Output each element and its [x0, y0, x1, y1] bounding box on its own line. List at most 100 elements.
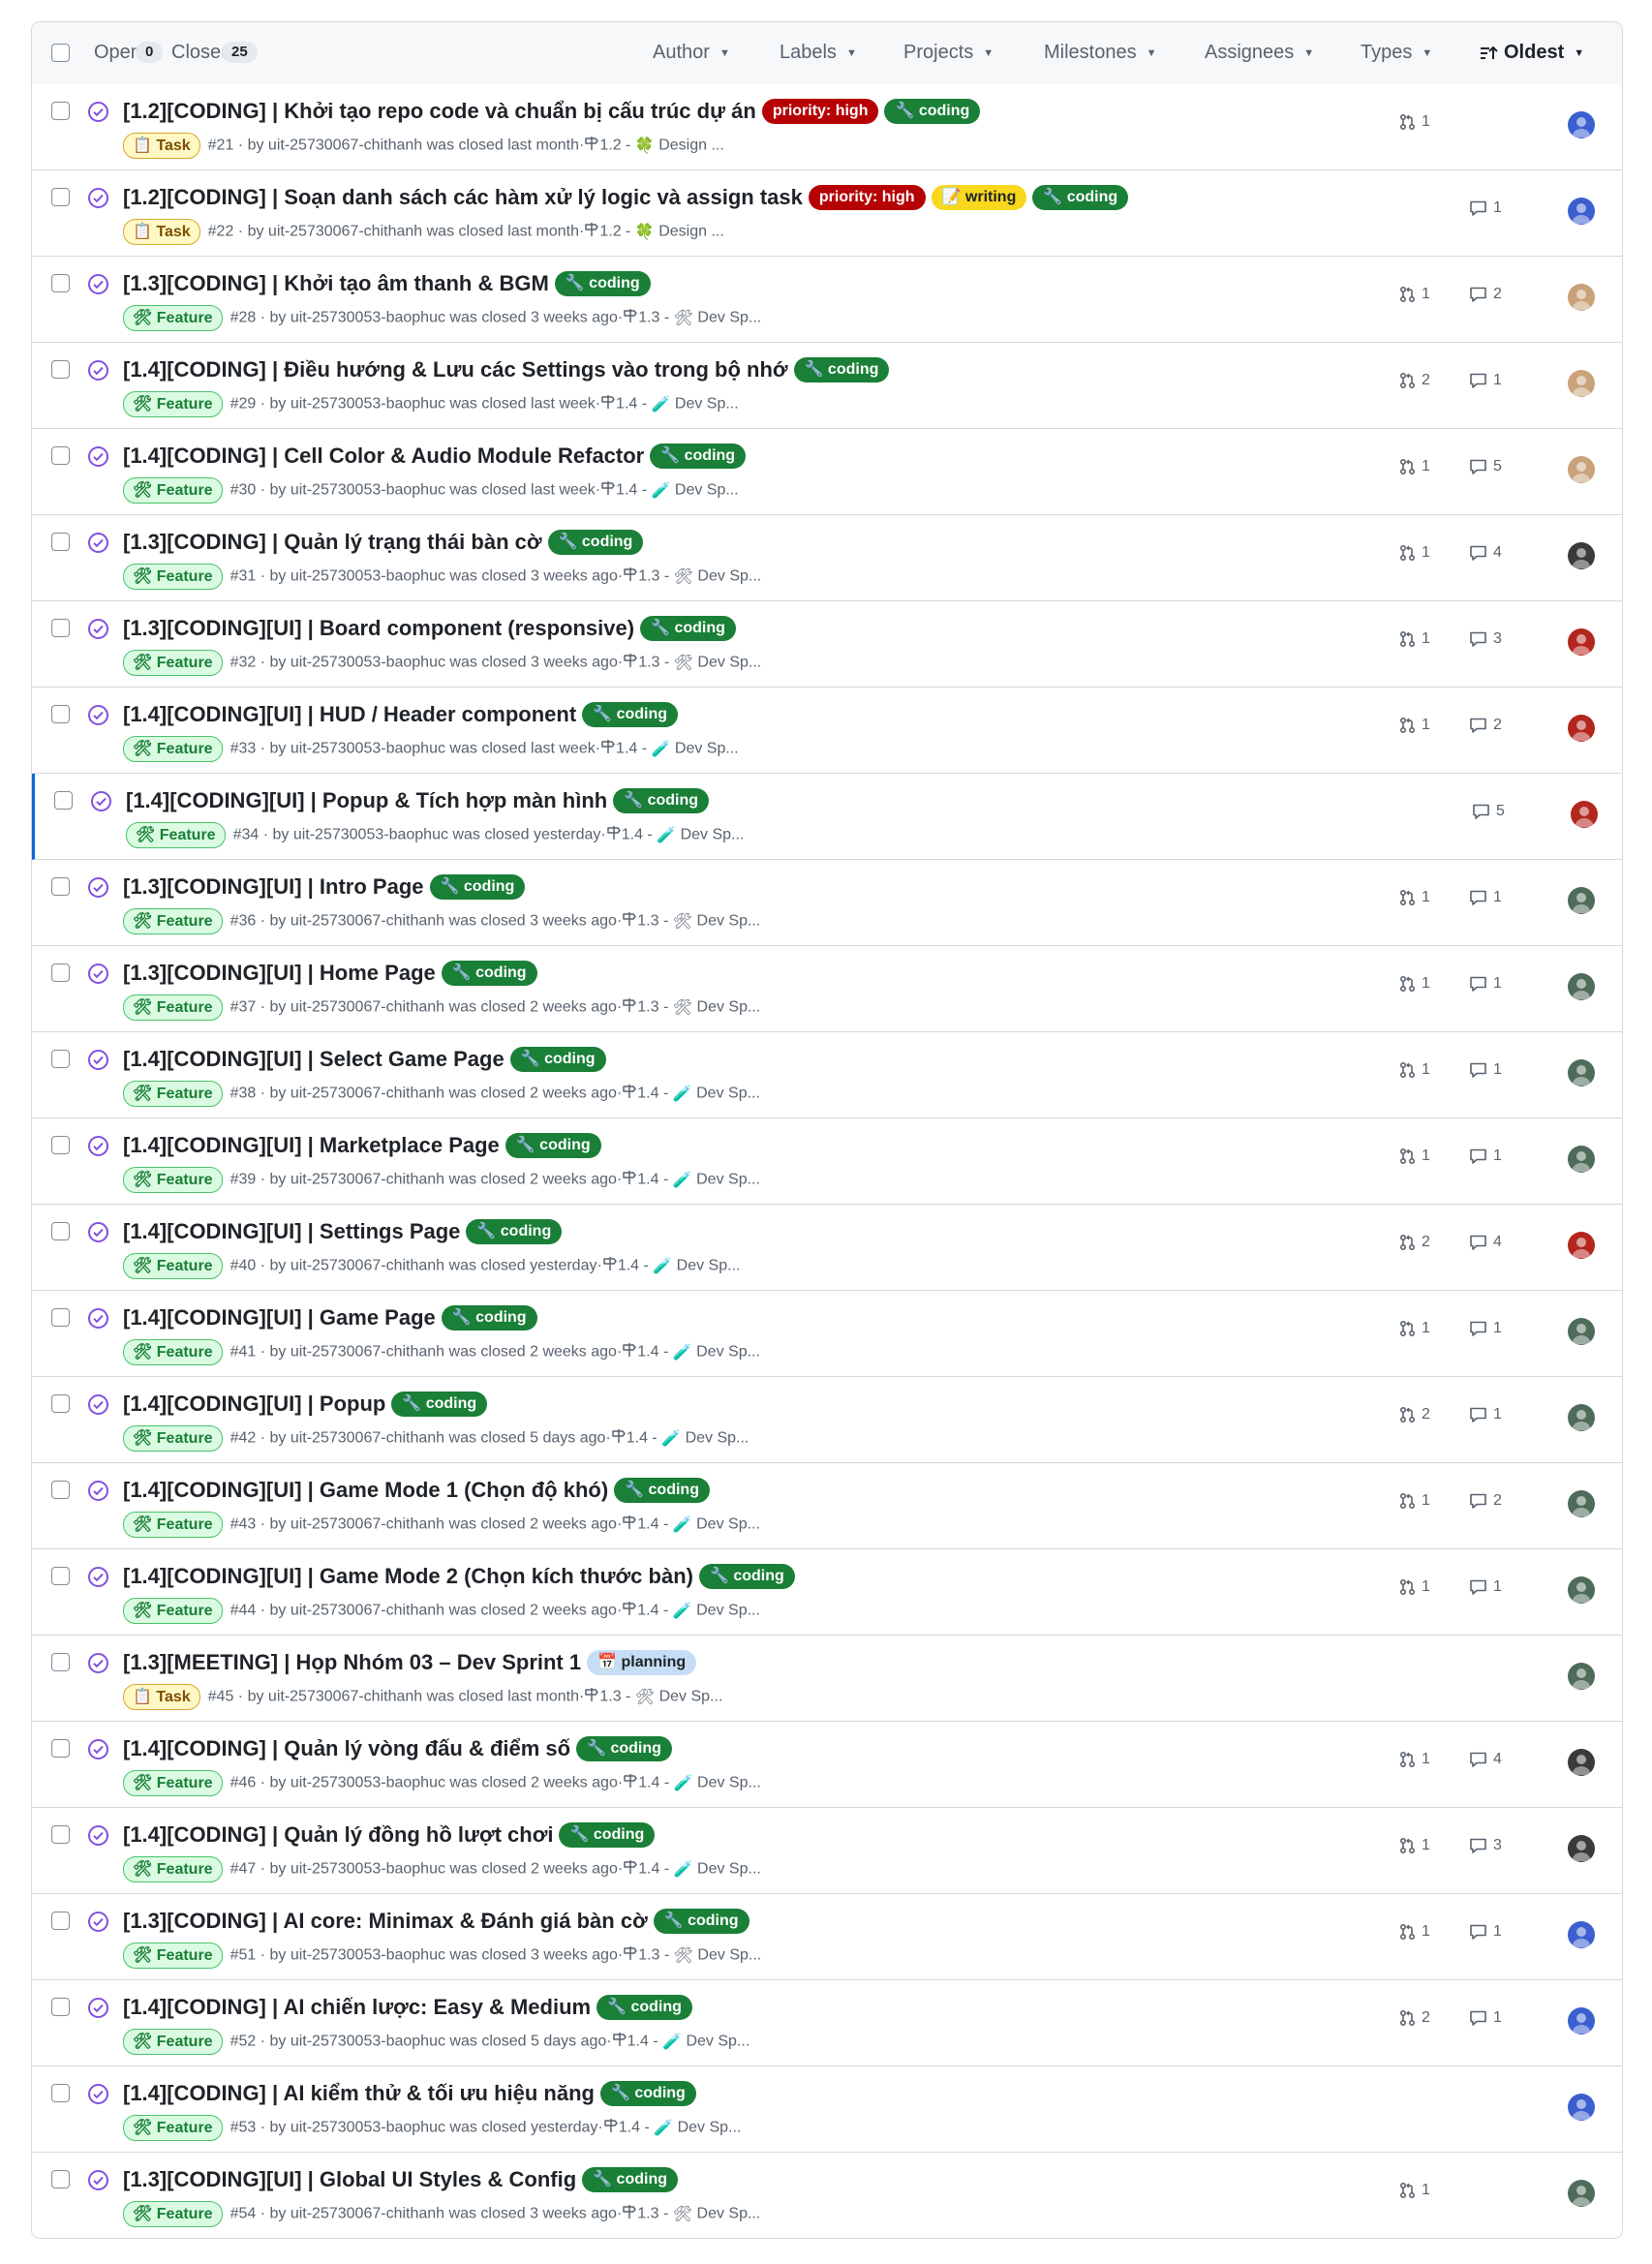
assignee-avatar[interactable] — [1568, 887, 1595, 914]
issue-type-badge[interactable]: 🛠 Feature — [123, 2029, 223, 2055]
milestones-filter[interactable]: Milestones ▼ — [1044, 42, 1157, 64]
issue-title-link[interactable]: [1.2][CODING] | Khởi tạo repo code và ch… — [123, 99, 756, 123]
label-coding[interactable]: 🔧 coding — [509, 1047, 606, 1073]
issue-type-badge[interactable]: 🛠 Feature — [123, 477, 223, 504]
issue-author-link[interactable]: uit-25730053-baophuc — [291, 396, 445, 413]
milestone-link[interactable]: 1.4 — [638, 1861, 659, 1878]
linked-pr-count[interactable]: 1 — [1399, 286, 1430, 303]
issue-row[interactable]: [1.4][CODING] | Quản lý đồng hồ lượt chơ… — [32, 1808, 1622, 1894]
assignee-avatar[interactable] — [1568, 284, 1595, 311]
issue-author-link[interactable]: uit-25730053-baophuc — [291, 482, 445, 499]
label-coding[interactable]: 🔧 coding — [698, 1564, 795, 1590]
issue-type-badge[interactable]: 🛠 Feature — [123, 1856, 223, 1882]
assignee-avatar[interactable] — [1568, 542, 1595, 569]
issue-type-badge[interactable]: 📋 Task — [123, 219, 200, 245]
labels-filter[interactable]: Labels ▼ — [780, 42, 857, 64]
milestone-link[interactable]: 1.4 — [637, 1344, 658, 1361]
linked-pr-count[interactable]: 2 — [1399, 372, 1430, 389]
projects-filter[interactable]: Projects ▼ — [903, 42, 994, 64]
milestone-link[interactable]: 1.4 — [616, 482, 637, 499]
issue-title-link[interactable]: [1.4][CODING][UI] | Popup — [123, 1392, 385, 1416]
issue-type-badge[interactable]: 🛠 Feature — [123, 1339, 223, 1365]
assignee-avatar[interactable] — [1571, 801, 1598, 828]
project-link[interactable]: Dev Sp... — [697, 913, 761, 930]
project-link[interactable]: Dev Sp... — [697, 999, 761, 1016]
project-link[interactable]: Dev Sp... — [696, 1086, 760, 1102]
author-filter[interactable]: Author ▼ — [653, 42, 730, 64]
issue-checkbox[interactable] — [51, 1825, 70, 1844]
issue-type-badge[interactable]: 🛠 Feature — [123, 305, 223, 331]
issue-author-link[interactable]: uit-25730053-baophuc — [291, 1861, 445, 1878]
linked-pr-count[interactable]: 2 — [1399, 1406, 1430, 1423]
project-link[interactable]: Dev Sp... — [696, 1603, 760, 1619]
issue-type-badge[interactable]: 🛠 Feature — [123, 908, 223, 934]
project-link[interactable]: Dev Sp... — [697, 568, 761, 585]
milestone-link[interactable]: 1.4 — [637, 1603, 658, 1619]
linked-pr-count[interactable]: 1 — [1399, 889, 1430, 906]
issue-row[interactable]: [1.4][CODING] | AI kiểm thử & tối ưu hiệ… — [32, 2066, 1622, 2153]
issue-title-link[interactable]: [1.4][CODING][UI] | Marketplace Page — [123, 1133, 500, 1157]
linked-pr-count[interactable]: 1 — [1399, 458, 1430, 475]
project-link[interactable]: Dev Sp... — [675, 396, 739, 413]
assignee-avatar[interactable] — [1568, 1835, 1595, 1862]
label-coding[interactable]: 🔧 coding — [441, 1305, 537, 1331]
comment-count[interactable]: 1 — [1469, 199, 1502, 217]
comment-count[interactable]: 1 — [1469, 889, 1502, 906]
issue-type-badge[interactable]: 🛠 Feature — [123, 391, 223, 417]
issue-title-link[interactable]: [1.4][CODING][UI] | Select Game Page — [123, 1047, 505, 1071]
issue-author-link[interactable]: uit-25730067-chithanh — [268, 224, 422, 240]
project-link[interactable]: Dev Sp... — [681, 827, 745, 843]
label-coding[interactable]: 🔧 coding — [884, 99, 981, 125]
project-link[interactable]: Design ... — [658, 224, 724, 240]
milestone-link[interactable]: 1.2 — [599, 224, 621, 240]
issue-title-link[interactable]: [1.4][CODING] | Điều hướng & Lưu các Set… — [123, 357, 788, 382]
project-link[interactable]: Dev Sp... — [696, 1344, 760, 1361]
issue-author-link[interactable]: uit-25730067-chithanh — [291, 1258, 444, 1274]
project-link[interactable]: Dev Sp... — [697, 1775, 761, 1791]
assignee-avatar[interactable] — [1568, 456, 1595, 483]
issue-row[interactable]: [1.2][CODING] | Soạn danh sách các hàm x… — [32, 170, 1622, 257]
assignee-avatar[interactable] — [1568, 1490, 1595, 1517]
label-coding[interactable]: 🔧 coding — [559, 1822, 656, 1849]
issue-type-badge[interactable]: 📋 Task — [123, 1684, 200, 1710]
issue-checkbox[interactable] — [51, 1050, 70, 1068]
label-coding[interactable]: 🔧 coding — [466, 1219, 563, 1245]
label-coding[interactable]: 🔧 coding — [650, 444, 747, 470]
issue-type-badge[interactable]: 🛠 Feature — [123, 1770, 223, 1796]
linked-pr-count[interactable]: 1 — [1399, 2182, 1430, 2199]
label-priority[interactable]: priority: high — [808, 185, 926, 211]
comment-count[interactable]: 4 — [1469, 544, 1502, 562]
issue-title-link[interactable]: [1.4][CODING] | Cell Color & Audio Modul… — [123, 444, 644, 468]
linked-pr-count[interactable]: 1 — [1399, 1751, 1430, 1768]
open-tab[interactable]: Open — [94, 42, 141, 64]
milestone-link[interactable]: 1.4 — [637, 1086, 658, 1102]
assignee-avatar[interactable] — [1568, 2180, 1595, 2207]
project-link[interactable]: Dev Sp... — [697, 655, 761, 671]
assignee-avatar[interactable] — [1568, 1059, 1595, 1086]
comment-count[interactable]: 3 — [1469, 630, 1502, 648]
comment-count[interactable]: 1 — [1469, 2009, 1502, 2027]
issue-checkbox[interactable] — [51, 1567, 70, 1585]
label-coding[interactable]: 🔧 coding — [613, 788, 710, 814]
assignee-avatar[interactable] — [1568, 2007, 1595, 2035]
assignee-avatar[interactable] — [1568, 1232, 1595, 1259]
label-coding[interactable]: 🔧 coding — [614, 1478, 710, 1504]
issue-row[interactable]: [1.3][CODING][UI] | Board component (res… — [32, 601, 1622, 688]
issue-type-badge[interactable]: 🛠 Feature — [123, 1167, 223, 1193]
issue-title-link[interactable]: [1.4][CODING] | Quản lý đồng hồ lượt chơ… — [123, 1822, 553, 1847]
issue-checkbox[interactable] — [51, 964, 70, 982]
milestone-link[interactable]: 1.4 — [627, 1430, 648, 1447]
milestone-link[interactable]: 1.4 — [619, 2120, 640, 2136]
issue-row[interactable]: [1.3][CODING] | Quản lý trạng thái bàn c… — [32, 515, 1622, 601]
issue-type-badge[interactable]: 🛠 Feature — [123, 1425, 223, 1452]
issue-type-badge[interactable]: 🛠 Feature — [123, 2201, 223, 2227]
milestone-link[interactable]: 1.4 — [616, 396, 637, 413]
issue-checkbox[interactable] — [51, 1308, 70, 1327]
issue-row[interactable]: [1.4][CODING] | Điều hướng & Lưu các Set… — [32, 343, 1622, 429]
issue-title-link[interactable]: [1.3][CODING][UI] | Intro Page — [123, 874, 424, 899]
assignee-avatar[interactable] — [1568, 1749, 1595, 1776]
types-filter[interactable]: Types ▼ — [1361, 42, 1432, 64]
label-writing[interactable]: 📝 writing — [931, 185, 1027, 211]
issue-title-link[interactable]: [1.3][CODING][UI] | Global UI Styles & C… — [123, 2167, 576, 2191]
issue-type-badge[interactable]: 🛠 Feature — [123, 1943, 223, 1969]
